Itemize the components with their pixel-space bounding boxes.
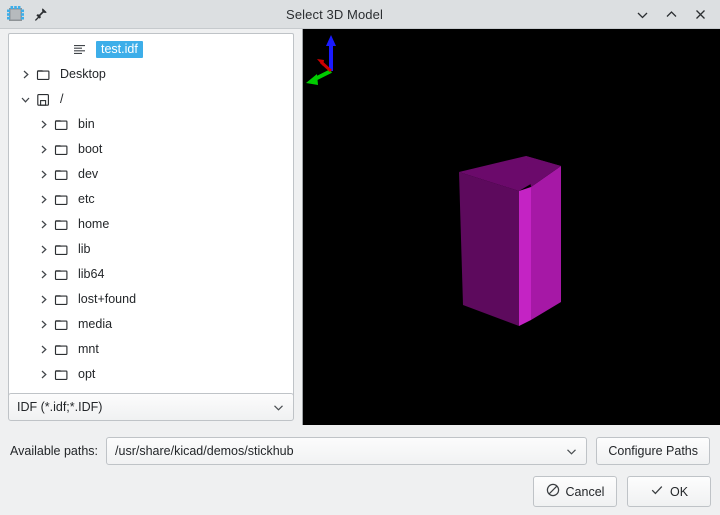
minimize-button[interactable] [635, 7, 650, 22]
model-face-front [531, 166, 561, 320]
tree-row[interactable]: bin [9, 112, 293, 137]
model-preview-canvas [303, 29, 720, 425]
tree-row-label: lib [78, 242, 91, 257]
tree-twisty-placeholder [55, 43, 68, 56]
chevron-right-icon[interactable] [37, 243, 50, 256]
available-paths-value: /usr/share/kicad/demos/stickhub [115, 444, 294, 458]
tree-row-label: boot [78, 142, 103, 157]
chevron-down-icon [272, 401, 285, 414]
file-type-filter-combo[interactable]: IDF (*.idf;*.IDF) [8, 393, 294, 421]
check-icon [650, 483, 664, 500]
model-face-side [519, 187, 531, 326]
tree-row-label: lost+found [78, 292, 137, 307]
chevron-right-icon[interactable] [37, 143, 50, 156]
tree-row-label: etc [78, 192, 95, 207]
tree-row-label: media [78, 317, 113, 332]
tree-row-label: home [78, 217, 110, 232]
chevron-right-icon[interactable] [37, 343, 50, 356]
available-paths-row: Available paths: /usr/share/kicad/demos/… [0, 433, 720, 469]
available-paths-combo[interactable]: /usr/share/kicad/demos/stickhub [106, 437, 588, 465]
folder-icon [54, 342, 71, 358]
configure-paths-button[interactable]: Configure Paths [596, 437, 710, 465]
window-controls [635, 7, 720, 22]
tree-row[interactable]: home [9, 212, 293, 237]
tree-row[interactable]: mnt [9, 337, 293, 362]
folder-icon [54, 242, 71, 258]
folder-icon [54, 167, 71, 183]
tree-row-label: / [60, 92, 64, 107]
title-bar: Select 3D Model [0, 0, 720, 29]
chevron-down-icon [565, 445, 578, 458]
tree-row-label: Desktop [60, 67, 106, 82]
chevron-down-icon[interactable] [19, 93, 32, 106]
folder-icon [54, 367, 71, 383]
drive-icon [36, 92, 53, 108]
model-preview-viewport[interactable] [302, 29, 720, 425]
model-face-left [459, 172, 519, 326]
tree-row[interactable]: boot [9, 137, 293, 162]
folder-icon [54, 267, 71, 283]
tree-row[interactable]: media [9, 312, 293, 337]
tree-row-label: lib64 [78, 267, 105, 282]
tree-row[interactable]: opt [9, 362, 293, 387]
chevron-right-icon[interactable] [37, 318, 50, 331]
ok-button-label: OK [669, 484, 689, 499]
folder-icon [54, 317, 71, 333]
tree-row[interactable]: dev [9, 162, 293, 187]
ban-icon [546, 483, 560, 500]
folder-icon [54, 117, 71, 133]
tree-row[interactable]: test.idf [9, 37, 293, 62]
tree-row[interactable]: lib [9, 237, 293, 262]
text-file-icon [72, 42, 89, 58]
chevron-right-icon[interactable] [37, 218, 50, 231]
dialog-action-buttons: Cancel OK [533, 476, 711, 507]
tree-row[interactable]: etc [9, 187, 293, 212]
folder-icon [54, 192, 71, 208]
tree-row[interactable]: Desktop [9, 62, 293, 87]
tree-row-label: test.idf [96, 40, 143, 59]
chevron-right-icon[interactable] [37, 193, 50, 206]
chevron-right-icon[interactable] [37, 168, 50, 181]
tree-row[interactable]: lib64 [9, 262, 293, 287]
folder-icon [54, 217, 71, 233]
folder-icon [36, 67, 53, 83]
tree-row-label: dev [78, 167, 99, 182]
folder-icon [54, 292, 71, 308]
tree-row-label: mnt [78, 342, 99, 357]
file-tree-panel[interactable]: test.idf Desktop / bin boot dev etc home lib lib6… [8, 33, 294, 419]
tree-row[interactable]: lost+found [9, 287, 293, 312]
chevron-right-icon[interactable] [19, 68, 32, 81]
chevron-right-icon[interactable] [37, 118, 50, 131]
chevron-right-icon[interactable] [37, 268, 50, 281]
folder-icon [54, 142, 71, 158]
ok-button[interactable]: OK [627, 476, 711, 507]
window-title: Select 3D Model [286, 6, 383, 22]
tree-row-label: opt [78, 367, 96, 382]
file-type-filter-value: IDF (*.idf;*.IDF) [17, 400, 103, 414]
cancel-button-label: Cancel [565, 484, 605, 499]
tree-row-label: bin [78, 117, 95, 132]
cancel-button[interactable]: Cancel [533, 476, 617, 507]
file-tree[interactable]: test.idf Desktop / bin boot dev etc home lib lib6… [9, 34, 293, 387]
close-button[interactable] [693, 7, 708, 22]
maximize-button[interactable] [664, 7, 679, 22]
available-paths-label: Available paths: [10, 444, 99, 458]
kicad-component-icon [6, 5, 25, 24]
chevron-right-icon[interactable] [37, 293, 50, 306]
chevron-right-icon[interactable] [37, 368, 50, 381]
tree-row[interactable]: / [9, 87, 293, 112]
